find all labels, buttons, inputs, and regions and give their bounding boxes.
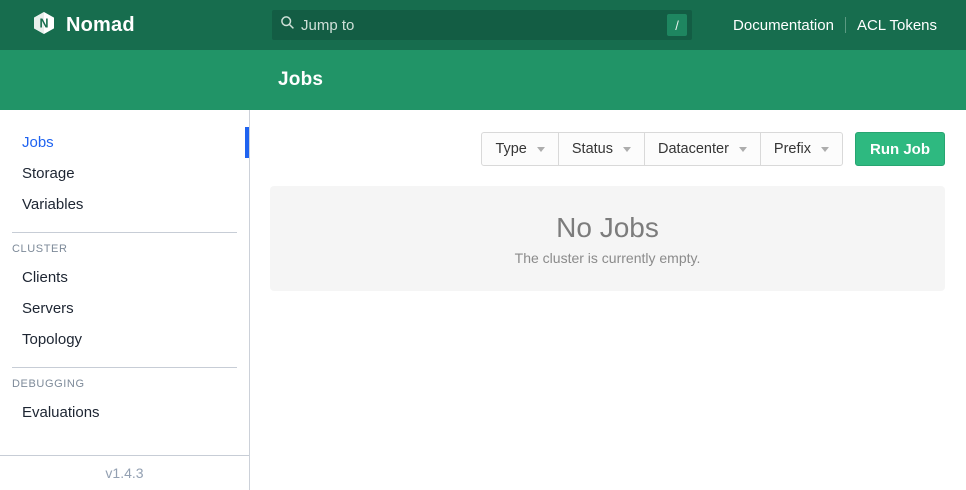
sidebar-item-label: Evaluations	[22, 404, 100, 421]
sidebar-item-label: Storage	[22, 165, 75, 182]
sidebar-item-label: Clients	[22, 269, 68, 286]
sidebar-item-storage[interactable]: Storage	[0, 158, 249, 189]
empty-state-panel: No Jobs The cluster is currently empty.	[270, 186, 945, 291]
jump-to-search[interactable]: /	[272, 10, 692, 40]
chevron-down-icon	[537, 147, 545, 152]
chevron-down-icon	[739, 147, 747, 152]
top-navbar: N Nomad / Documentation ACL Tokens	[0, 0, 966, 50]
page-title: Jobs	[278, 69, 323, 91]
nomad-brand[interactable]: N Nomad	[0, 11, 135, 40]
page-header: Jobs	[0, 50, 966, 110]
active-indicator-bar	[245, 127, 249, 158]
filter-label: Prefix	[774, 141, 811, 157]
search-shortcut-badge: /	[667, 14, 687, 36]
sidebar-item-label: Topology	[22, 331, 82, 348]
chevron-down-icon	[821, 147, 829, 152]
empty-state-message: The cluster is currently empty.	[515, 250, 701, 266]
jobs-toolbar: Type Status Datacenter Prefix Run Job	[270, 132, 945, 166]
sidebar-item-clients[interactable]: Clients	[0, 262, 249, 293]
sidebar-section-cluster: CLUSTER	[0, 243, 249, 262]
search-input[interactable]	[301, 17, 667, 34]
acl-tokens-link[interactable]: ACL Tokens	[857, 17, 937, 34]
sidebar-section-debugging: DEBUGGING	[0, 378, 249, 397]
filter-prefix-dropdown[interactable]: Prefix	[760, 133, 842, 165]
documentation-link[interactable]: Documentation	[733, 17, 834, 34]
sidebar-item-topology[interactable]: Topology	[0, 324, 249, 355]
sidebar-version-footer: v1.4.3	[0, 455, 249, 490]
filter-label: Status	[572, 141, 613, 157]
brand-name: Nomad	[66, 14, 135, 37]
empty-state-title: No Jobs	[556, 212, 659, 244]
sidebar: Jobs Storage Variables CLUSTER Clients S…	[0, 110, 250, 490]
sidebar-item-label: Jobs	[22, 134, 54, 151]
sidebar-item-label: Variables	[22, 196, 83, 213]
filter-type-dropdown[interactable]: Type	[482, 133, 557, 165]
nav-links-divider	[845, 17, 846, 33]
navbar-links: Documentation ACL Tokens	[733, 0, 937, 50]
sidebar-item-label: Servers	[22, 300, 74, 317]
filter-label: Datacenter	[658, 141, 729, 157]
sidebar-item-jobs[interactable]: Jobs	[0, 127, 249, 158]
svg-text:N: N	[39, 16, 48, 30]
sidebar-divider	[12, 367, 237, 368]
chevron-down-icon	[623, 147, 631, 152]
run-job-button[interactable]: Run Job	[855, 132, 945, 166]
filter-status-dropdown[interactable]: Status	[558, 133, 644, 165]
layout: Jobs Storage Variables CLUSTER Clients S…	[0, 110, 966, 490]
nomad-logo-icon: N	[32, 11, 56, 40]
sidebar-item-evaluations[interactable]: Evaluations	[0, 397, 249, 428]
sidebar-item-servers[interactable]: Servers	[0, 293, 249, 324]
sidebar-item-variables[interactable]: Variables	[0, 189, 249, 220]
filter-group: Type Status Datacenter Prefix	[481, 132, 843, 166]
main-content: Type Status Datacenter Prefix Run Job	[250, 110, 966, 490]
filter-label: Type	[495, 141, 526, 157]
version-label: v1.4.3	[105, 465, 143, 481]
search-icon	[280, 15, 295, 35]
filter-datacenter-dropdown[interactable]: Datacenter	[644, 133, 760, 165]
sidebar-divider	[12, 232, 237, 233]
